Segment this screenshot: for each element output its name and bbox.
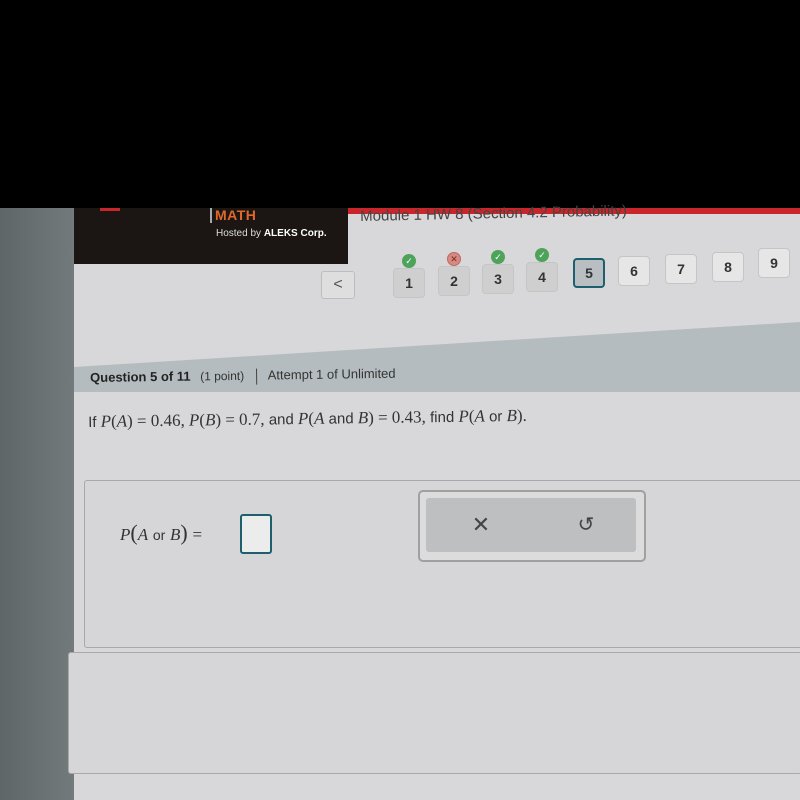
- lower-panel: [68, 652, 800, 774]
- question-nav-label: 6: [630, 263, 638, 279]
- question-nav-7[interactable]: 7: [665, 254, 697, 284]
- question-nav-label: 1: [405, 275, 413, 291]
- question-nav-1[interactable]: 1: [393, 268, 425, 298]
- question-nav-label: 3: [494, 271, 502, 287]
- brand-header: MATH Hosted by ALEKS Corp.: [74, 208, 348, 264]
- question-nav-label: 9: [770, 255, 778, 271]
- question-nav-label: 5: [585, 265, 593, 281]
- check-icon: ✓: [491, 250, 505, 264]
- check-icon: ✓: [535, 248, 549, 262]
- question-nav-label: 2: [450, 273, 458, 289]
- question-number: Question 5 of 11: [90, 368, 191, 385]
- attempt-count: Attempt 1 of Unlimited: [267, 365, 396, 383]
- chevron-left-icon: <: [333, 276, 343, 293]
- question-nav-label: 4: [538, 269, 546, 285]
- question-nav-3[interactable]: 3: [482, 264, 514, 294]
- question-nav-6[interactable]: 6: [618, 256, 650, 286]
- question-nav-label: 7: [677, 261, 685, 277]
- answer-input[interactable]: [240, 514, 272, 554]
- question-nav-5[interactable]: 5: [573, 258, 605, 288]
- brand-logo-mark: [100, 208, 120, 211]
- question-nav-9[interactable]: 9: [758, 248, 790, 278]
- divider: [255, 368, 257, 385]
- close-icon: ✕: [471, 512, 491, 537]
- clear-button[interactable]: ✕: [466, 510, 496, 540]
- question-nav-2[interactable]: 2: [438, 266, 470, 296]
- question-nav-label: 8: [724, 259, 732, 275]
- brand-product: MATH: [210, 208, 256, 223]
- brand-hosted-by: Hosted by ALEKS Corp.: [216, 228, 327, 239]
- question-nav-8[interactable]: 8: [712, 252, 744, 282]
- previous-question-button[interactable]: <: [321, 271, 355, 299]
- answer-tools-panel: ✕ ↺: [426, 498, 636, 552]
- check-icon: ✓: [402, 254, 416, 268]
- answer-tools: ✕ ↺: [418, 490, 646, 562]
- undo-icon: ↺: [577, 514, 595, 536]
- x-circle-icon: ✕: [447, 252, 461, 266]
- undo-button[interactable]: ↺: [571, 510, 601, 540]
- answer-expression: P(A or B) =: [120, 520, 203, 545]
- screen-left-edge: [0, 208, 74, 800]
- question-points: (1 point): [200, 368, 245, 384]
- question-nav-4[interactable]: 4: [526, 262, 558, 292]
